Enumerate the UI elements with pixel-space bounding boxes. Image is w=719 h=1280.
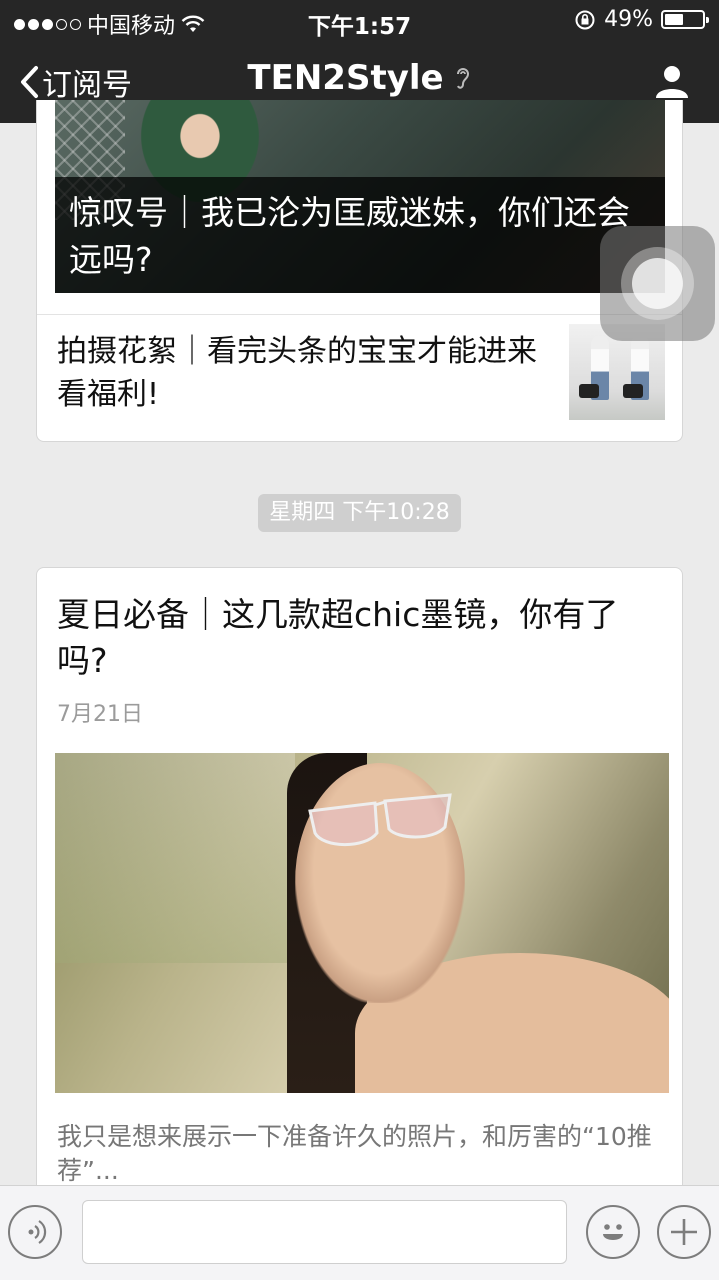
account-name: TEN2Style	[247, 58, 444, 98]
user-icon	[656, 66, 688, 98]
article-date: 7月21日	[57, 702, 143, 727]
battery-percent: 49%	[604, 7, 653, 32]
article-title[interactable]: 夏日必备｜这几款超chic墨镜，你有了吗?	[57, 592, 657, 684]
voice-icon	[28, 1220, 47, 1244]
message-text-input[interactable]	[82, 1200, 567, 1264]
sub-article-title[interactable]: 拍摄花絮｜看完头条的宝宝才能进来看福利!	[57, 330, 537, 416]
nav-title: TEN2Style	[0, 58, 719, 98]
article-card-1[interactable]: 惊叹号｜我已沦为匡威迷妹，你们还会远吗? 拍摄花絮｜看完头条的宝宝才能进来看福利…	[36, 100, 683, 442]
card-divider	[37, 314, 682, 315]
article-cover-image[interactable]	[55, 753, 669, 1093]
article-hero-image[interactable]: 惊叹号｜我已沦为匡威迷妹，你们还会远吗?	[55, 100, 665, 293]
battery-fill	[665, 14, 683, 25]
message-timestamp: 星期四 下午10:28	[258, 494, 461, 532]
background-window	[55, 753, 295, 963]
more-options-button[interactable]	[657, 1205, 711, 1259]
hero-overlay-title: 惊叹号｜我已沦为匡威迷妹，你们还会远吗?	[55, 177, 665, 293]
status-bar: 中国移动 下午1:57 49%	[0, 0, 719, 40]
thumb-bag-1	[579, 384, 599, 398]
emoji-icon	[603, 1224, 623, 1240]
status-right: 49%	[574, 7, 709, 32]
voice-input-button[interactable]	[8, 1205, 62, 1259]
earpiece-icon	[456, 68, 469, 89]
message-input-bar	[0, 1185, 719, 1280]
assistive-core	[632, 258, 683, 309]
plus-icon	[671, 1219, 697, 1245]
orientation-lock-icon	[575, 10, 595, 29]
emoji-button[interactable]	[586, 1205, 640, 1259]
battery-icon	[661, 10, 709, 29]
article-card-2[interactable]: 夏日必备｜这几款超chic墨镜，你有了吗? 7月21日 我只是想来展示一下准备许…	[36, 567, 683, 1207]
thumb-bag-2	[623, 384, 643, 398]
assistive-touch-button[interactable]	[600, 226, 715, 341]
profile-button[interactable]	[653, 62, 691, 104]
sunglasses-graphic	[308, 793, 452, 847]
